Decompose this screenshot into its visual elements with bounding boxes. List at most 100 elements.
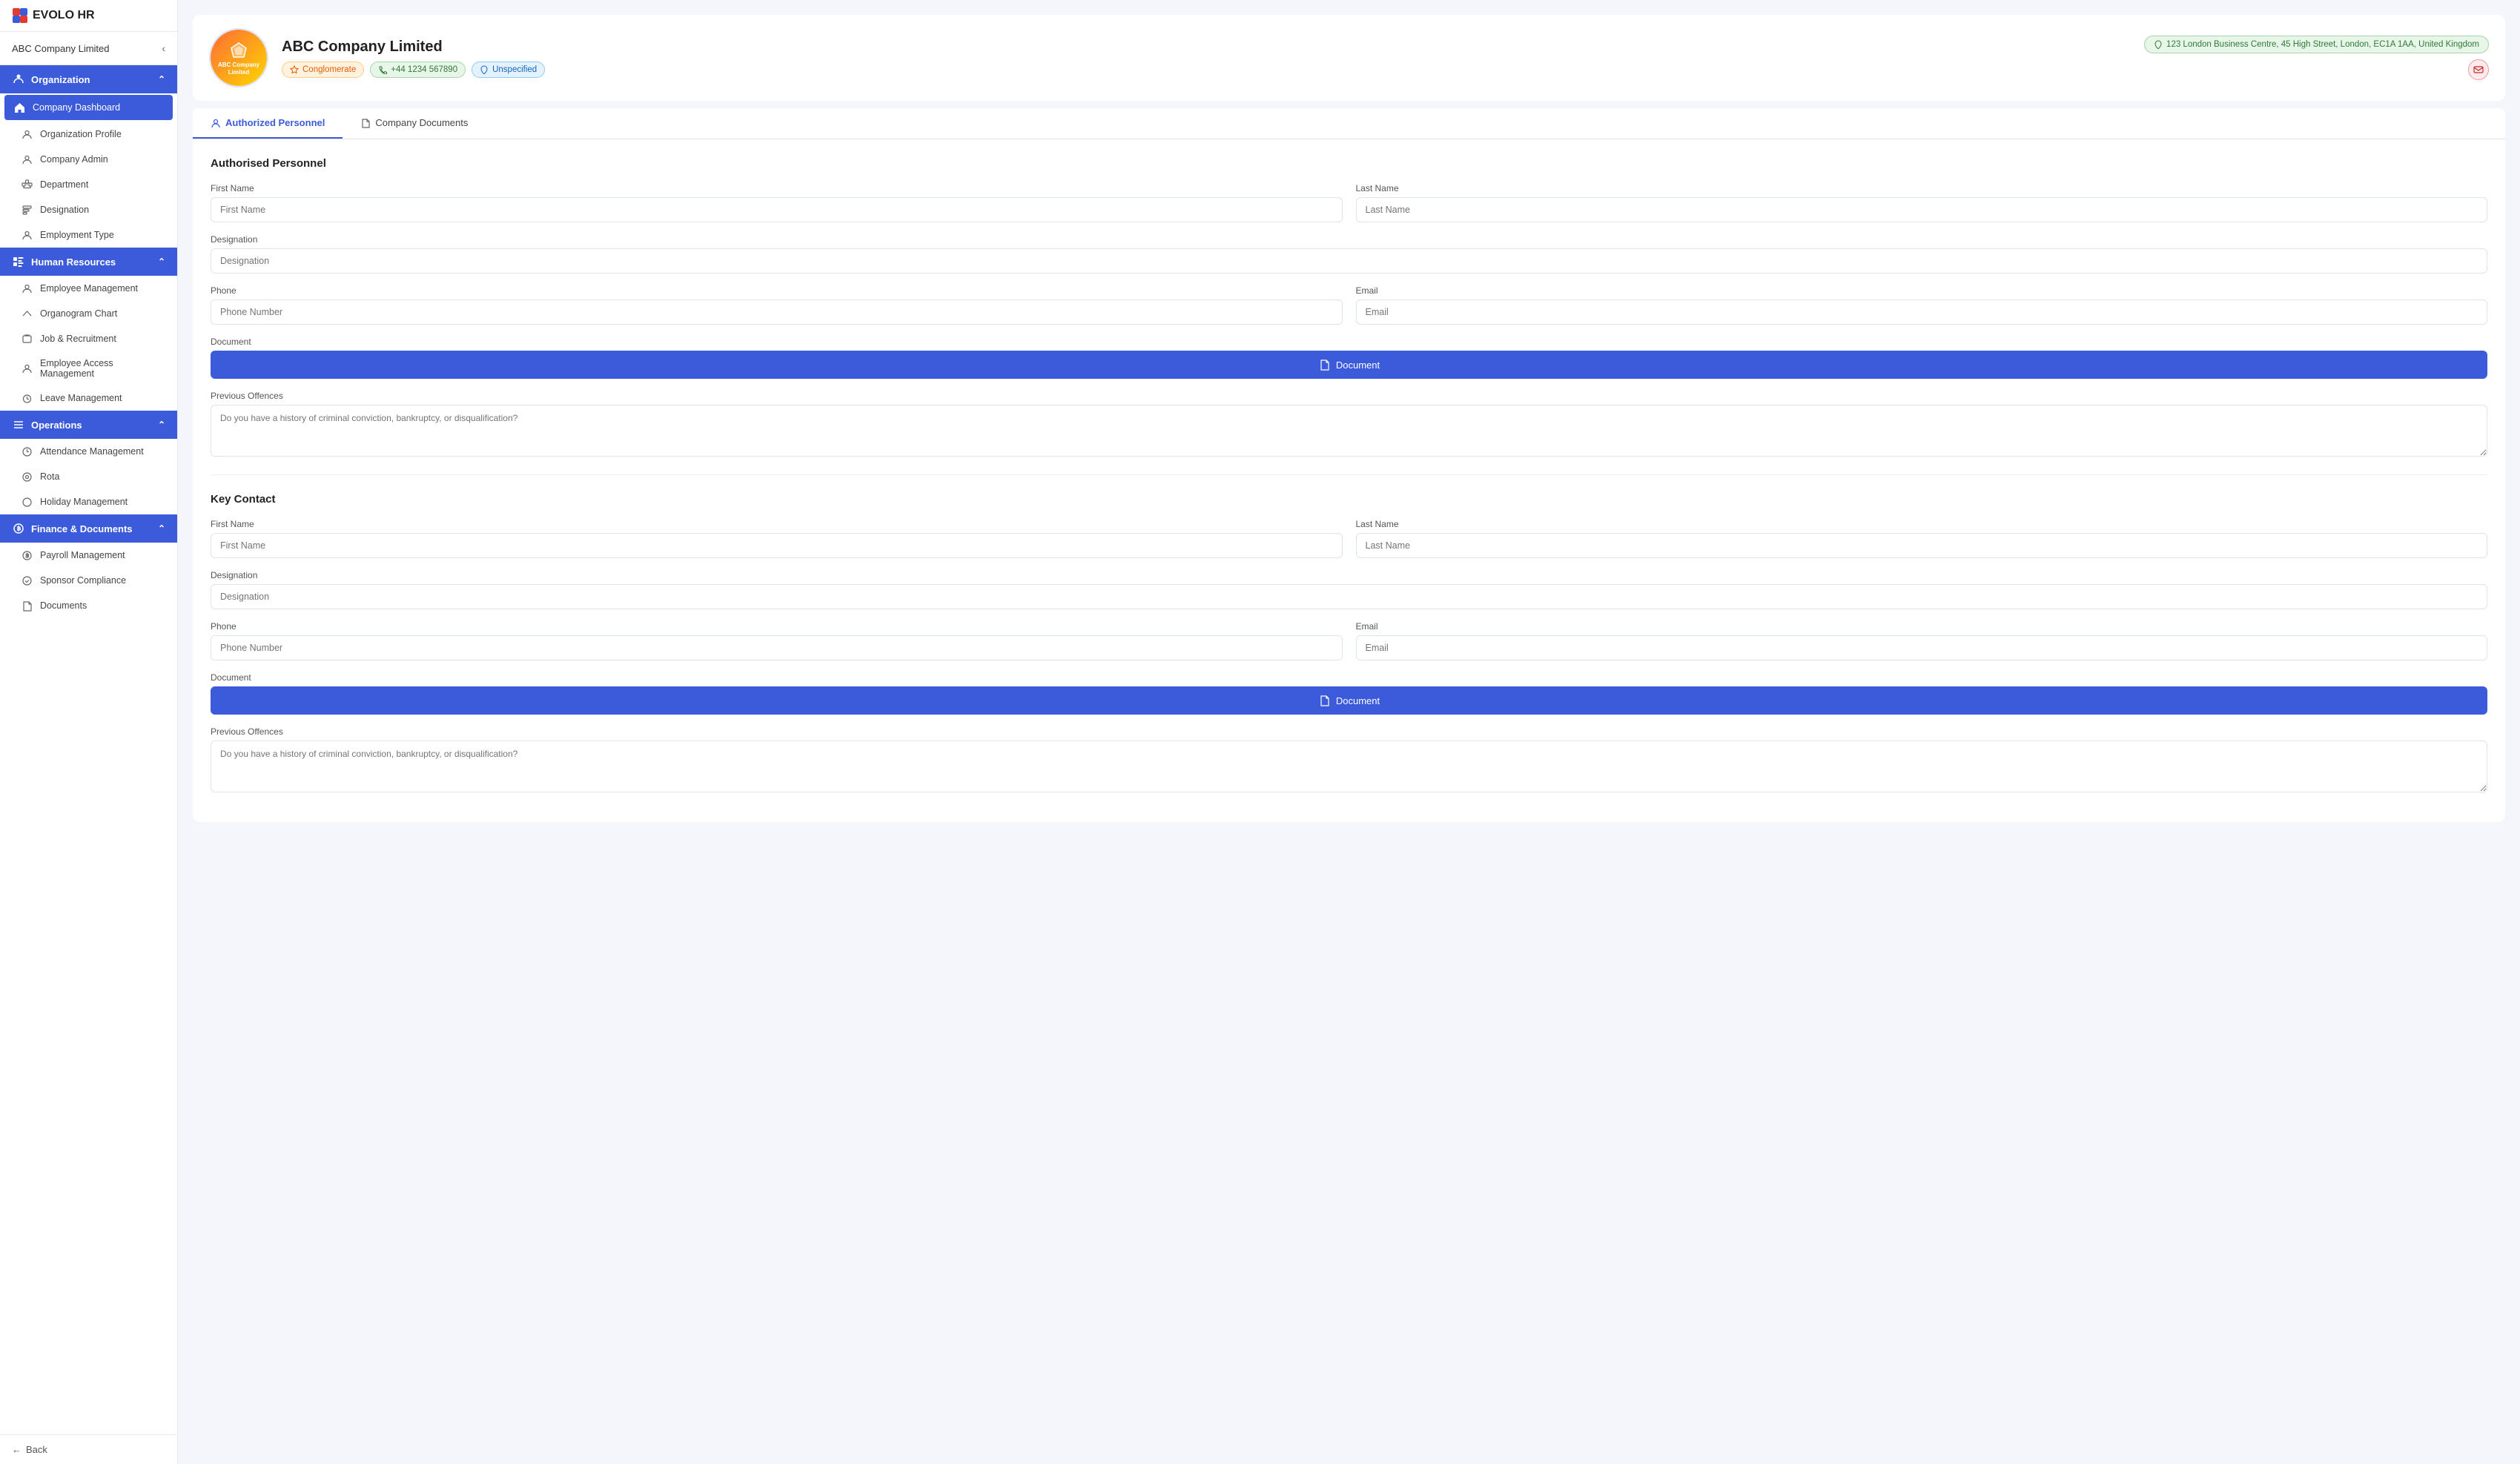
location-icon [480,65,489,74]
ops-section-label: Operations [31,420,82,431]
org-section-chevron: ⌃ [158,74,165,85]
sidebar-item-attendance-management-label: Attendance Management [40,446,144,457]
sidebar-item-department[interactable]: Department [0,172,177,197]
ap-designation-label: Designation [211,234,2487,245]
sidebar-item-company-admin[interactable]: Company Admin [0,147,177,172]
kc-phone-label: Phone [211,621,1343,632]
ap-offences-textarea[interactable] [211,405,2487,457]
ap-first-name-input[interactable] [211,197,1343,222]
kc-last-name-group: Last Name [1356,519,2488,558]
tab-company-documents-label: Company Documents [375,117,468,128]
documents-icon [21,600,33,612]
ap-phone-label: Phone [211,285,1343,296]
kc-designation-group: Designation [211,570,2487,609]
sidebar-item-designation[interactable]: Designation [0,197,177,222]
ops-section-icon [12,418,25,431]
sidebar-item-company-dashboard[interactable]: Company Dashboard [4,95,173,120]
sidebar-item-organization-profile[interactable]: Organization Profile [0,122,177,147]
sponsor-compliance-icon [21,574,33,586]
kc-offences-label: Previous Offences [211,726,2487,737]
authorized-personnel-tab-icon [211,118,221,128]
ap-document-group: Document Document [211,337,2487,379]
sidebar-item-organogram-chart[interactable]: Organogram Chart [0,301,177,326]
finance-section-label: Finance & Documents [31,523,133,534]
ap-document-button[interactable]: Document [211,351,2487,379]
sidebar-item-sponsor-compliance[interactable]: Sponsor Compliance [0,568,177,593]
sidebar-item-rota-label: Rota [40,471,59,482]
tabs-and-content: Authorized Personnel Company Documents A… [193,108,2505,822]
hr-section-label: Human Resources [31,256,116,268]
kc-email-group: Email [1356,621,2488,660]
ap-email-label: Email [1356,285,2488,296]
ap-designation-input[interactable] [211,248,2487,274]
payroll-icon [21,549,33,561]
kc-document-row: Document Document [211,672,2487,715]
kc-first-name-input[interactable] [211,533,1343,558]
sidebar-item-job-recruitment[interactable]: Job & Recruitment [0,326,177,351]
sidebar-header: ABC Company Limited ‹ [0,32,177,65]
kc-phone-input[interactable] [211,635,1343,660]
sidebar-back-button[interactable]: ← Back [0,1434,177,1464]
sidebar: EVOLO HR ABC Company Limited ‹ Organizat… [0,0,178,1464]
sidebar-item-rota[interactable]: Rota [0,464,177,489]
ap-designation-row: Designation [211,234,2487,274]
tab-authorized-personnel[interactable]: Authorized Personnel [193,108,343,139]
kc-document-button[interactable]: Document [211,686,2487,715]
company-title: ABC Company Limited [282,39,2131,56]
company-email-badge[interactable] [2468,59,2489,80]
company-address-badge: 123 London Business Centre, 45 High Stre… [2144,36,2489,53]
avatar-inner: ABC CompanyLimited [211,30,267,86]
nav-section-org-header[interactable]: Organization ⌃ [0,65,177,93]
company-header-right: 123 London Business Centre, 45 High Stre… [2144,36,2489,80]
sidebar-collapse-icon[interactable]: ‹ [162,42,165,54]
sidebar-item-employment-type[interactable]: Employment Type [0,222,177,248]
kc-last-name-input[interactable] [1356,533,2488,558]
ap-email-group: Email [1356,285,2488,325]
tab-company-documents[interactable]: Company Documents [343,108,486,139]
type-icon [290,65,299,74]
ap-phone-group: Phone [211,285,1343,325]
back-arrow-icon: ← [12,1444,22,1455]
authorized-personnel-title: Authorised Personnel [211,157,2487,170]
ap-last-name-group: Last Name [1356,183,2488,222]
ap-name-row: First Name Last Name [211,183,2487,222]
sidebar-item-holiday-management[interactable]: Holiday Management [0,489,177,514]
kc-email-input[interactable] [1356,635,2488,660]
kc-document-label: Document [211,672,2487,683]
ap-offences-group: Previous Offences [211,391,2487,457]
document-btn-icon [1318,359,1330,371]
nav-section-finance-header[interactable]: Finance & Documents ⌃ [0,514,177,543]
ap-contact-row: Phone Email [211,285,2487,325]
ops-section-chevron: ⌃ [158,420,165,430]
company-documents-tab-icon [360,118,371,128]
sidebar-item-attendance-management[interactable]: Attendance Management [0,439,177,464]
sidebar-item-payroll-management[interactable]: Payroll Management [0,543,177,568]
back-label: Back [26,1444,47,1455]
logo-mark: EVOLO HR [12,7,95,24]
sidebar-item-payroll-management-label: Payroll Management [40,550,125,560]
sidebar-item-company-dashboard-label: Company Dashboard [33,102,120,113]
nav-section-hr-header[interactable]: Human Resources ⌃ [0,248,177,276]
nav-section-ops-header[interactable]: Operations ⌃ [0,411,177,439]
sidebar-item-employee-management[interactable]: Employee Management [0,276,177,301]
kc-first-name-label: First Name [211,519,1343,529]
kc-offences-textarea[interactable] [211,741,2487,792]
section-divider [211,474,2487,475]
sidebar-item-organization-profile-label: Organization Profile [40,129,122,139]
kc-name-row: First Name Last Name [211,519,2487,558]
kc-designation-input[interactable] [211,584,2487,609]
org-section-icon [12,73,25,86]
sidebar-item-department-label: Department [40,179,88,190]
leave-mgmt-icon [21,392,33,404]
ap-last-name-input[interactable] [1356,197,2488,222]
kc-offences-group: Previous Offences [211,726,2487,792]
kc-email-label: Email [1356,621,2488,632]
ap-email-input[interactable] [1356,299,2488,325]
organogram-icon [21,308,33,319]
sidebar-item-employee-access-management[interactable]: Employee Access Management [0,351,177,385]
sidebar-item-leave-management[interactable]: Leave Management [0,385,177,411]
sidebar-item-documents[interactable]: Documents [0,593,177,618]
ap-phone-input[interactable] [211,299,1343,325]
sidebar-item-company-admin-label: Company Admin [40,154,108,165]
company-phone-badge: +44 1234 567890 [370,62,466,78]
